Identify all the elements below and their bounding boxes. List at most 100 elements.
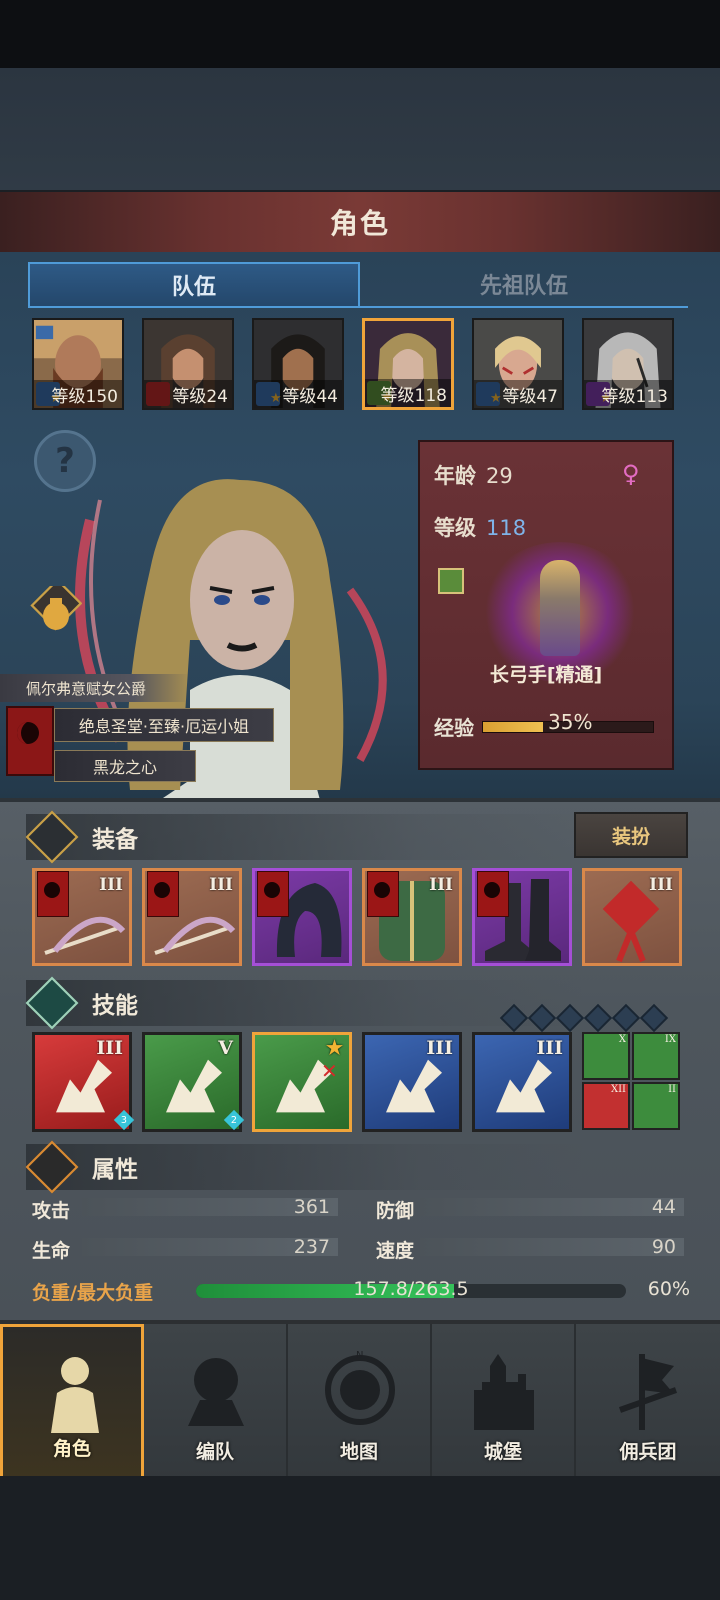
load-value: 157.8/263.5	[353, 1278, 469, 1300]
hero-roster: ★ 等级150 等级24 ★ 等级44 ★ 等级118 ★ 等级47 ★ 等级1…	[32, 318, 692, 414]
skills-title: 技能	[92, 993, 138, 1019]
tab-team[interactable]: 队伍	[28, 262, 360, 308]
skill-tier: V	[218, 1037, 233, 1059]
load-label: 负重/最大负重	[32, 1282, 153, 1304]
star-burst-icon	[25, 976, 79, 1030]
attributes-title: 属性	[92, 1157, 138, 1183]
skill-slot[interactable]: III 3	[32, 1032, 135, 1132]
skill-point-icon	[583, 1003, 613, 1033]
tier-label: III	[99, 875, 123, 895]
dagger-icon	[25, 810, 79, 864]
passive-skill[interactable]: II	[632, 1082, 680, 1130]
skill-slot[interactable]: III	[472, 1032, 572, 1132]
age-row: 年龄 29	[434, 460, 513, 490]
skill-slot[interactable]: V 2	[142, 1032, 245, 1132]
page-title: 角色	[329, 207, 390, 240]
skill-point-icon	[611, 1003, 641, 1033]
archer-figure	[540, 560, 580, 656]
level-value: 118	[486, 516, 527, 540]
skill-slot[interactable]: III	[362, 1032, 462, 1132]
character-epithet[interactable]: 绝息圣堂·至臻·厄运小姐	[54, 708, 274, 742]
exp-row: 经验	[434, 712, 654, 741]
nav-label: 地图	[339, 1441, 378, 1463]
hero-card[interactable]: ★ 等级44	[252, 318, 344, 410]
crystal-skill-icon	[386, 1059, 442, 1113]
skill-tier: IX	[664, 1034, 676, 1045]
banner-icon	[618, 1354, 678, 1430]
hero-level: 等级24	[144, 380, 232, 408]
level-row: 等级 118	[434, 512, 526, 542]
skill-tier: X	[618, 1034, 626, 1045]
hero-level: 等级150	[34, 380, 122, 408]
equipment-slot[interactable]: III	[582, 868, 682, 966]
female-icon: ♀	[622, 460, 640, 488]
faction-banner-icon	[6, 706, 54, 776]
nav-label: 编队	[195, 1441, 234, 1463]
speed-value: 90	[651, 1236, 676, 1258]
passive-skill[interactable]: IX	[632, 1032, 680, 1080]
faction-banner-icon	[257, 871, 289, 917]
equipment-slot[interactable]	[472, 868, 572, 966]
hero-level: 等级47	[474, 380, 562, 408]
passive-skill[interactable]: XII	[582, 1082, 630, 1130]
faction-banner-icon	[147, 871, 179, 917]
dress-up-button[interactable]: 装扮	[574, 812, 688, 858]
skill-tier: III	[426, 1037, 453, 1059]
nav-character[interactable]: 角色	[0, 1324, 144, 1480]
defense-value: 44	[651, 1196, 676, 1218]
level-label: 等级	[434, 516, 476, 540]
exp-percent: 35%	[548, 710, 593, 734]
header-bar: 角色	[0, 192, 720, 254]
cross-icon: ✕	[321, 1059, 338, 1083]
equipment-slot[interactable]: III	[142, 868, 242, 966]
character-origin[interactable]: 黑龙之心	[54, 750, 196, 782]
exp-label: 经验	[434, 716, 474, 740]
skill-point-icon	[555, 1003, 585, 1033]
nav-castle[interactable]: 城堡	[432, 1324, 576, 1480]
nav-mercenary[interactable]: 佣兵团	[576, 1324, 720, 1480]
castle-icon	[474, 1354, 534, 1430]
hero-card[interactable]: ★ 等级113	[582, 318, 674, 410]
skill-badge: 3	[113, 1109, 135, 1131]
equipment-slot[interactable]: III	[32, 868, 132, 966]
equipment-slot[interactable]	[252, 868, 352, 966]
hp-value: 237	[293, 1236, 330, 1258]
top-background	[0, 68, 720, 190]
hero-level: 等级118	[365, 379, 451, 407]
load-percent: 60%	[647, 1278, 690, 1300]
jar-icon[interactable]	[30, 586, 82, 642]
hero-card[interactable]: ★ 等级150	[32, 318, 124, 410]
nav-map[interactable]: N 地图	[288, 1324, 432, 1480]
hero-level: 等级44	[254, 380, 342, 408]
skill-badge: 2	[223, 1109, 245, 1131]
nav-formation[interactable]: 编队	[144, 1324, 288, 1480]
hero-card[interactable]: 等级24	[142, 318, 234, 410]
svg-text:N: N	[356, 1350, 363, 1361]
knight-icon	[51, 1357, 99, 1433]
bow-skill-icon	[166, 1059, 222, 1113]
character-title-tag: 佩尔弗意赋女公爵	[0, 674, 190, 702]
tier-label: III	[649, 875, 673, 895]
exp-bar-fill	[483, 721, 543, 732]
faction-banner-icon	[367, 871, 399, 917]
age-value: 29	[486, 464, 513, 488]
faction-banner-icon	[37, 871, 69, 917]
skill-tier: XII	[610, 1084, 626, 1095]
hero-card[interactable]: ★ 等级47	[472, 318, 564, 410]
status-bar-area	[0, 0, 720, 68]
skill-slot-selected[interactable]: ★ ✕	[252, 1032, 352, 1132]
tab-bar: 队伍 先祖队伍	[28, 262, 688, 308]
passive-skill[interactable]: X	[582, 1032, 630, 1080]
star-icon: ★	[325, 1037, 343, 1059]
tier-label: III	[429, 875, 453, 895]
skill-point-icon	[639, 1003, 669, 1033]
bottom-nav: 角色 编队 N 地图 城堡 佣兵团	[0, 1320, 720, 1480]
flame-icon	[25, 1140, 79, 1194]
faction-banner-icon	[477, 871, 509, 917]
equipment-slot[interactable]: III	[362, 868, 462, 966]
tab-ancestor-team[interactable]: 先祖队伍	[360, 262, 688, 308]
hero-card-selected[interactable]: ★ 等级118	[362, 318, 454, 410]
equipment-title: 装备	[92, 827, 138, 853]
character-info-panel: 年龄 29 ♀ 等级 118 长弓手[精通] 经验 35%	[418, 440, 674, 770]
attack-label: 攻击	[32, 1200, 71, 1222]
